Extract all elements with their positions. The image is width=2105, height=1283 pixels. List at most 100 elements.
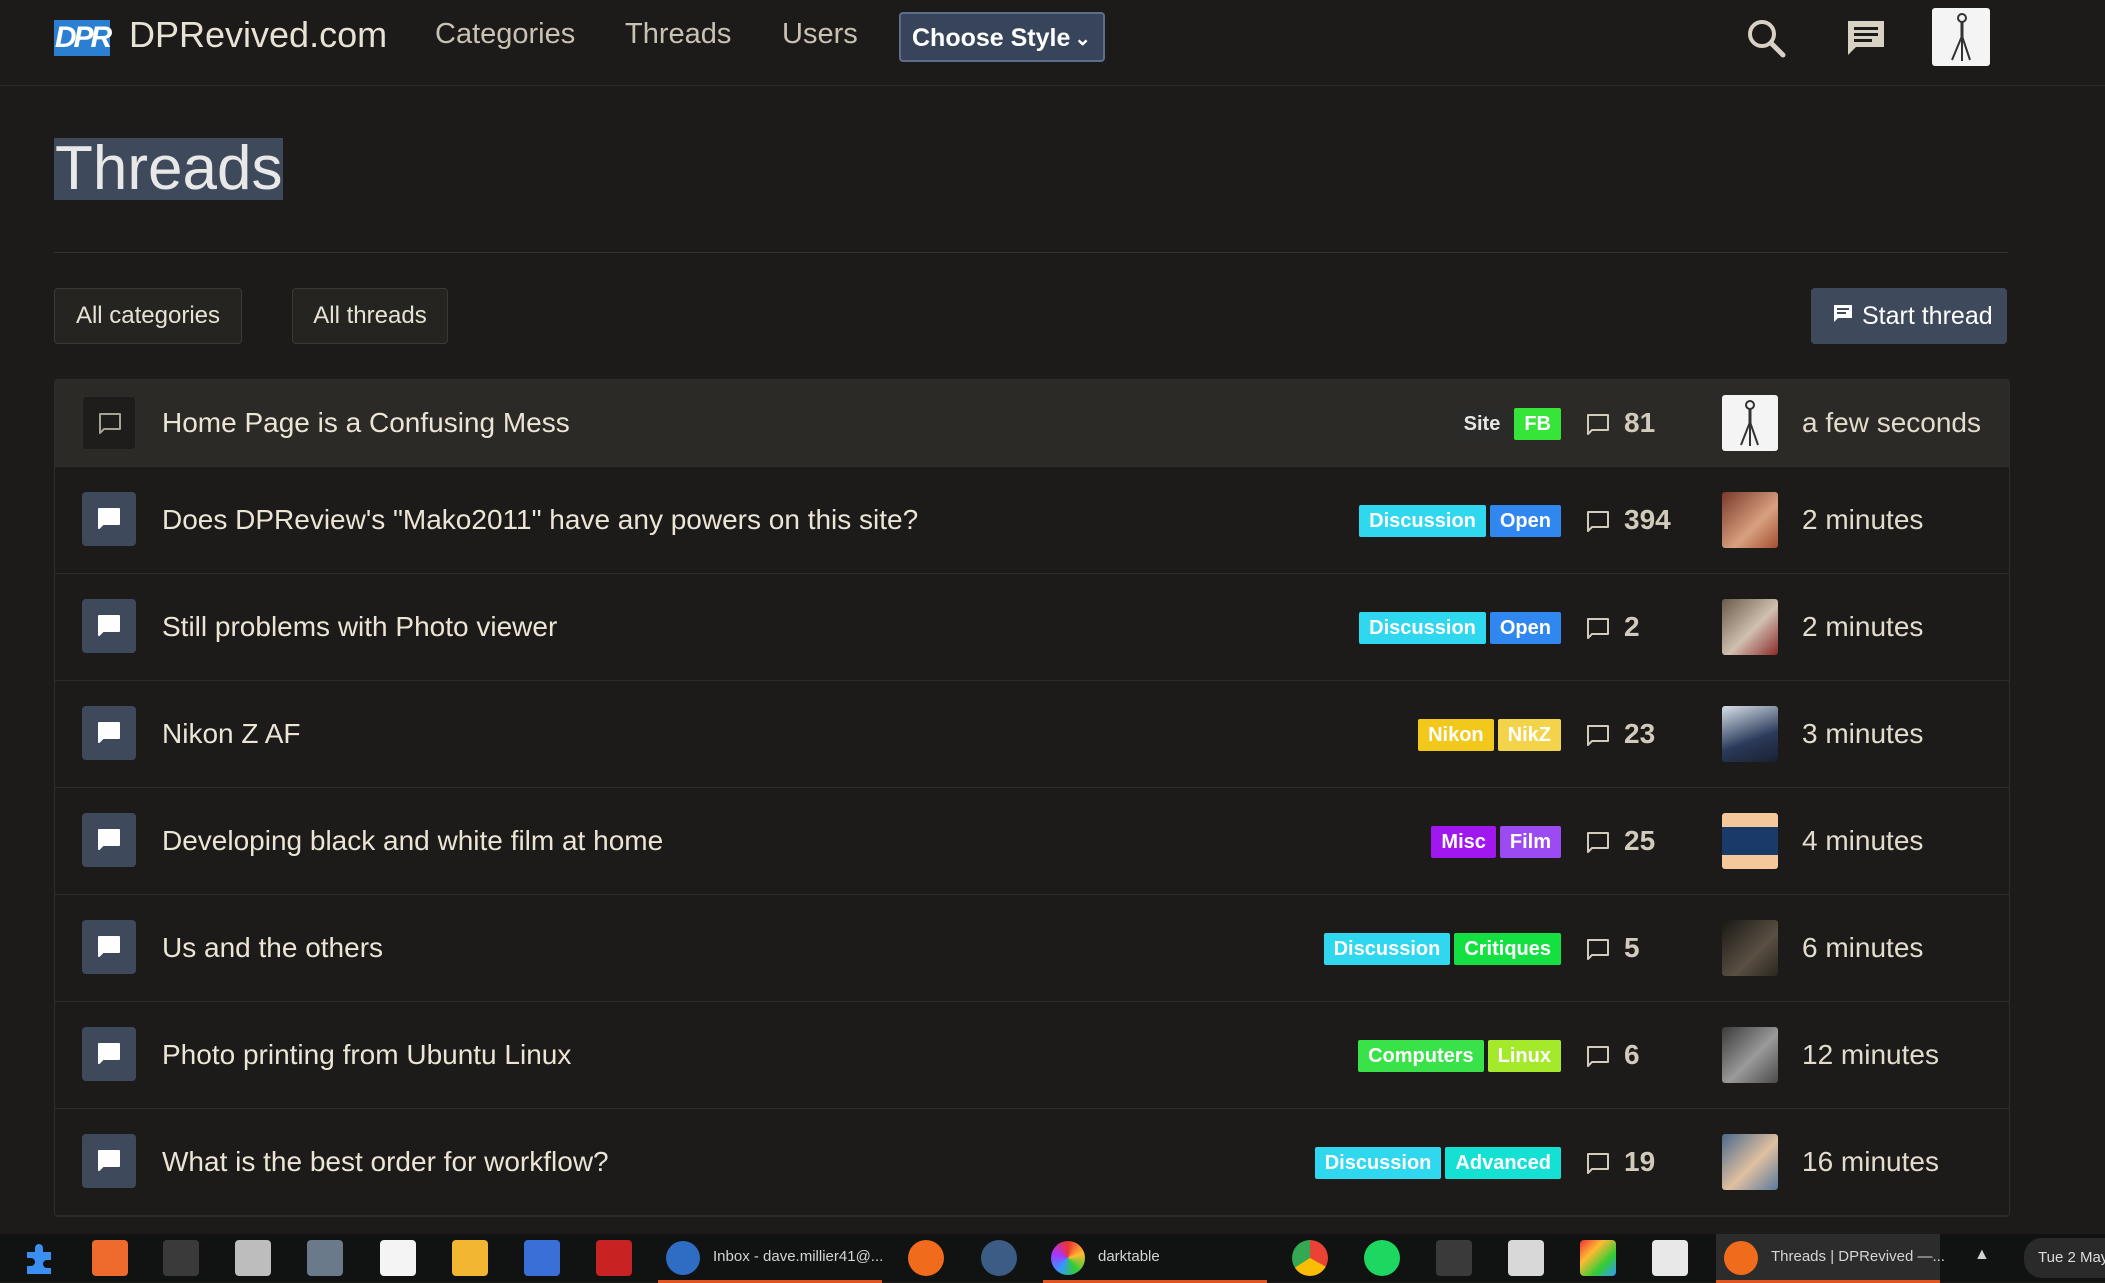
thread-icon (82, 599, 136, 653)
last-poster-avatar[interactable] (1722, 395, 1778, 451)
category-tag[interactable]: Open (1489, 612, 1561, 644)
nav-threads[interactable]: Threads (625, 18, 731, 51)
last-activity-time[interactable]: 16 minutes (1802, 1146, 1939, 1178)
category-tag[interactable]: Discussion (1323, 933, 1451, 965)
last-poster-avatar[interactable] (1722, 1134, 1778, 1190)
last-activity-time[interactable]: 6 minutes (1802, 932, 1923, 964)
thread-icon (82, 920, 136, 974)
comment-icon (1587, 1153, 1609, 1174)
thread-row[interactable]: Developing black and white film at home M… (55, 788, 2009, 895)
comment-icon (1587, 511, 1609, 532)
comment-icon (1587, 618, 1609, 639)
last-poster-avatar[interactable] (1722, 813, 1778, 869)
thread-title-link[interactable]: Does DPReview's "Mako2011" have any powe… (162, 504, 918, 536)
messages-icon[interactable] (1843, 15, 1889, 61)
search-icon[interactable] (1743, 15, 1789, 61)
last-poster-avatar[interactable] (1722, 1027, 1778, 1083)
color-app-icon[interactable] (1580, 1240, 1616, 1276)
thread-row[interactable]: Photo printing from Ubuntu Linux Computer… (55, 1002, 2009, 1109)
thread-icon (82, 706, 136, 760)
last-activity-time[interactable]: a few seconds (1802, 407, 1981, 439)
category-tag[interactable]: FB (1514, 408, 1561, 440)
last-poster-avatar[interactable] (1722, 492, 1778, 548)
chevron-down-icon: ⌄ (1074, 28, 1091, 50)
extensions-puzzle-icon[interactable] (21, 1240, 57, 1276)
thread-title-link[interactable]: Still problems with Photo viewer (162, 611, 557, 643)
category-tag[interactable]: NikZ (1497, 719, 1561, 751)
thread-title-link[interactable]: Us and the others (162, 932, 383, 964)
site-logo[interactable]: DPR (54, 20, 112, 56)
thread-title-link[interactable]: Developing black and white film at home (162, 825, 663, 857)
thread-row[interactable]: What is the best order for workflow? Disc… (55, 1109, 2009, 1216)
nav-categories[interactable]: Categories (435, 18, 575, 51)
category-tag[interactable]: Critiques (1454, 933, 1561, 965)
choose-style-label: Choose Style (912, 24, 1071, 52)
category-tag[interactable]: Discussion (1359, 612, 1486, 644)
reply-count-value: 2 (1624, 611, 1640, 642)
calculator-icon[interactable] (452, 1240, 488, 1276)
nav-users[interactable]: Users (782, 18, 858, 51)
start-thread-button[interactable]: Start thread (1811, 288, 2007, 344)
thread-title-link[interactable]: Photo printing from Ubuntu Linux (162, 1039, 571, 1071)
comment-icon (1587, 414, 1609, 435)
last-poster-avatar[interactable] (1722, 599, 1778, 655)
thread-title-link[interactable]: Nikon Z AF (162, 718, 300, 750)
reply-count-value: 81 (1624, 407, 1656, 438)
image-viewer-icon[interactable] (1508, 1240, 1544, 1276)
site-name-link[interactable]: DPRevived.com (129, 14, 387, 56)
taskbar-thunderbird[interactable]: Inbox - dave.millier41@... (658, 1234, 883, 1283)
category-tag[interactable]: Discussion (1314, 1147, 1442, 1179)
thread-row[interactable]: Does DPReview's "Mako2011" have any powe… (55, 467, 2009, 574)
category-tag[interactable]: Nikon (1418, 719, 1494, 751)
chrome-icon[interactable] (1292, 1240, 1328, 1276)
category-tag[interactable]: Advanced (1445, 1147, 1561, 1179)
thread-row[interactable]: Still problems with Photo viewer Discussi… (55, 574, 2009, 681)
last-poster-avatar[interactable] (1722, 920, 1778, 976)
taskbar-darktable[interactable]: darktable (1043, 1234, 1267, 1283)
user-avatar[interactable] (1932, 8, 1990, 66)
thread-row[interactable]: Home Page is a Confusing Mess Site FB 81 a f… (55, 380, 2009, 467)
thread-row[interactable]: Us and the others Discussion Critiques 5 6 m… (55, 895, 2009, 1002)
last-activity-time[interactable]: 12 minutes (1802, 1039, 1939, 1071)
firefox-icon[interactable] (908, 1240, 944, 1276)
category-tag[interactable]: Discussion (1359, 505, 1486, 537)
system-monitor-icon[interactable] (1436, 1240, 1472, 1276)
files-icon[interactable] (235, 1240, 271, 1276)
category-tag[interactable]: Misc (1431, 826, 1496, 858)
category-tag[interactable]: Film (1499, 826, 1561, 858)
app-store-icon[interactable] (92, 1240, 128, 1276)
thread-row[interactable]: Nikon Z AF Nikon NikZ 23 3 minutes (55, 681, 2009, 788)
keyboard-app-icon[interactable] (307, 1240, 343, 1276)
last-activity-time[interactable]: 2 minutes (1802, 504, 1923, 536)
clock[interactable]: Tue 2 May (2024, 1238, 2105, 1278)
category-tag[interactable]: Open (1489, 505, 1561, 537)
category-tag[interactable]: Linux (1487, 1040, 1561, 1072)
thread-icon (82, 813, 136, 867)
screenshot-icon[interactable] (524, 1240, 560, 1276)
aperture-app-icon[interactable] (981, 1240, 1017, 1276)
last-activity-time[interactable]: 4 minutes (1802, 825, 1923, 857)
category-tag[interactable]: Site (1453, 408, 1511, 440)
thread-icon (82, 1134, 136, 1188)
taskbar-firefox-threads[interactable]: Threads | DPRevived —... (1716, 1234, 1945, 1283)
thread-title-link[interactable]: What is the best order for workflow? (162, 1146, 609, 1178)
category-tag[interactable]: Computers (1358, 1040, 1484, 1072)
tray-arrow-icon[interactable]: ▲ (1974, 1246, 1990, 1264)
all-threads-button[interactable]: All threads (292, 288, 448, 344)
comment-icon (1587, 939, 1609, 960)
settings-app-icon[interactable] (1652, 1240, 1688, 1276)
comment-icon (1587, 725, 1609, 746)
choose-style-button[interactable]: Choose Style ⌄ (899, 12, 1105, 62)
comment-icon (1587, 1046, 1609, 1067)
thread-title-link[interactable]: Home Page is a Confusing Mess (162, 407, 570, 439)
chat-bubble-icon (98, 936, 120, 957)
last-poster-avatar[interactable] (1722, 706, 1778, 762)
text-editor-icon[interactable] (380, 1240, 416, 1276)
filezilla-icon[interactable] (596, 1240, 632, 1276)
terminal-icon[interactable] (163, 1240, 199, 1276)
last-activity-time[interactable]: 2 minutes (1802, 611, 1923, 643)
all-categories-button[interactable]: All categories (54, 288, 242, 344)
last-activity-time[interactable]: 3 minutes (1802, 718, 1923, 750)
thread-tags: Nikon NikZ (1418, 719, 1561, 751)
spotify-icon[interactable] (1364, 1240, 1400, 1276)
